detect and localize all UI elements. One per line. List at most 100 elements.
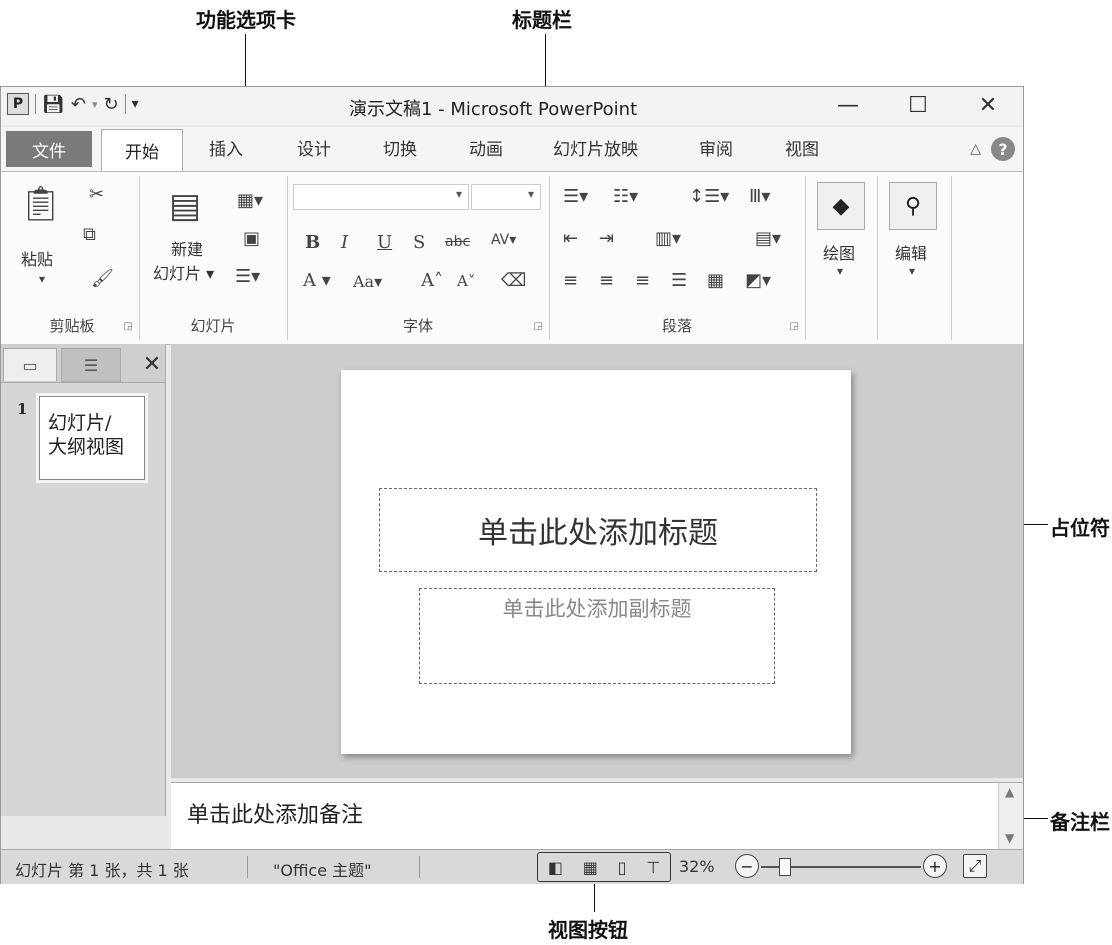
reset-icon[interactable]: ▣: [243, 228, 260, 249]
underline-icon[interactable]: U: [377, 232, 392, 253]
layout-icon[interactable]: ▦▾: [237, 190, 263, 211]
undo-icon[interactable]: ↶: [71, 94, 86, 115]
slide-sorter-icon[interactable]: ▦: [583, 858, 598, 877]
editing-label[interactable]: 编辑: [895, 240, 927, 264]
ribbon: 📋︎ 粘贴 ▾ ✂ ⧉ 🖌︎ 剪贴板 ◲ ▤ 新建 幻灯片 ▾ ▦▾ ▣ ☰▾ …: [1, 171, 1023, 345]
paragraph-launcher-icon[interactable]: ◲: [790, 321, 799, 332]
clear-formatting-icon[interactable]: ⌫: [501, 270, 526, 291]
window-controls: — ☐ ✕: [813, 87, 1023, 123]
pane-tabs: ▭ ☰ ✕: [1, 344, 165, 383]
maximize-button[interactable]: ☐: [883, 87, 953, 123]
zoom-level[interactable]: 32%: [679, 857, 715, 876]
change-case-icon[interactable]: A ▾: [303, 270, 331, 291]
font-name-combo[interactable]: ▾: [293, 184, 469, 210]
text-direction-icon[interactable]: Ⅲ▾: [749, 186, 770, 207]
notes-pane[interactable]: 单击此处添加备注 ▲ ▼: [171, 782, 1023, 849]
notes-scrollbar[interactable]: ▲ ▼: [998, 783, 1023, 849]
increase-indent-icon[interactable]: ⇥: [599, 228, 614, 249]
grow-font-icon[interactable]: A˄: [421, 270, 443, 291]
reading-view-icon[interactable]: ▯: [618, 858, 627, 877]
paste-label[interactable]: 粘贴: [21, 246, 53, 270]
customize-qat-icon[interactable]: ▾: [132, 96, 139, 112]
tab-review[interactable]: 审阅: [699, 135, 733, 160]
font-size-combo[interactable]: ▾: [471, 184, 541, 210]
line-spacing-icon[interactable]: ↕☰▾: [689, 186, 729, 207]
italic-icon[interactable]: I: [341, 232, 348, 253]
title-placeholder[interactable]: 单击此处添加标题: [379, 488, 817, 572]
find-binoculars-icon[interactable]: ⚲: [889, 182, 937, 230]
justify-icon[interactable]: ☰: [671, 270, 687, 291]
slide-thumbnail[interactable]: 幻灯片/ 大纲视图: [39, 396, 145, 480]
close-button[interactable]: ✕: [953, 87, 1023, 123]
section-icon[interactable]: ☰▾: [235, 266, 260, 287]
subtitle-placeholder[interactable]: 单击此处添加副标题: [419, 588, 775, 684]
new-slide-line1[interactable]: 新建: [171, 236, 203, 260]
bullets-icon[interactable]: ☰▾: [563, 186, 588, 207]
tab-transitions[interactable]: 切换: [383, 135, 417, 160]
collapse-ribbon-icon[interactable]: △: [970, 141, 981, 157]
tab-file[interactable]: 文件: [6, 131, 92, 167]
minimize-button[interactable]: —: [813, 87, 883, 123]
zoom-slider-handle[interactable]: [779, 858, 791, 876]
tab-design[interactable]: 设计: [297, 135, 331, 160]
outline-tab-icon[interactable]: ☰: [61, 348, 121, 382]
smartart-icon[interactable]: ◩▾: [745, 270, 771, 291]
drawing-label[interactable]: 绘图: [823, 240, 855, 264]
character-spacing-icon[interactable]: AV▾: [491, 232, 516, 248]
powerpoint-logo-icon[interactable]: P: [7, 93, 29, 115]
fit-to-window-icon[interactable]: ⤢: [963, 854, 987, 878]
align-left-icon[interactable]: ≡: [563, 270, 578, 291]
group-editing: ⚲ 编辑 ▾: [877, 176, 952, 340]
center-icon[interactable]: ≡: [599, 270, 614, 291]
decrease-indent-icon[interactable]: ⇤: [563, 228, 578, 249]
theme-status[interactable]: "Office 主题": [273, 857, 372, 881]
clipboard-group-label: 剪贴板: [49, 317, 95, 335]
align-right-icon[interactable]: ≡: [635, 270, 650, 291]
powerpoint-window: P 💾︎ ↶ ▾ ↻ ▾ 演示文稿1 - Microsoft PowerPoin…: [0, 86, 1024, 884]
normal-view-icon[interactable]: ◧: [548, 858, 563, 877]
scroll-up-icon[interactable]: ▲: [1005, 785, 1014, 799]
drawing-shapes-icon[interactable]: ◆: [817, 182, 865, 230]
drawing-dropdown-icon[interactable]: ▾: [837, 264, 843, 278]
new-slide-line2[interactable]: 幻灯片 ▾: [153, 260, 214, 284]
format-painter-icon[interactable]: 🖌︎: [91, 268, 114, 289]
tab-animations[interactable]: 动画: [469, 135, 503, 160]
zoom-out-icon[interactable]: −: [735, 854, 759, 878]
font-launcher-icon[interactable]: ◲: [534, 321, 543, 332]
notes-placeholder[interactable]: 单击此处添加备注: [187, 797, 363, 829]
shrink-font-icon[interactable]: A˅: [457, 272, 475, 290]
editing-dropdown-icon[interactable]: ▾: [909, 264, 915, 278]
bold-icon[interactable]: B: [305, 232, 320, 253]
distributed-icon[interactable]: ▦: [707, 270, 724, 291]
numbering-icon[interactable]: ☷▾: [613, 186, 638, 207]
annotation-line-view-buttons: [594, 884, 595, 912]
redo-icon[interactable]: ↻: [103, 94, 118, 115]
save-icon[interactable]: 💾︎: [42, 94, 65, 115]
tab-view[interactable]: 视图: [785, 135, 819, 160]
tab-insert[interactable]: 插入: [209, 135, 243, 160]
strikethrough-icon[interactable]: abc: [445, 234, 470, 250]
slides-tab-icon[interactable]: ▭: [3, 348, 57, 381]
align-text-icon[interactable]: ▤▾: [755, 228, 781, 249]
zoom-in-icon[interactable]: +: [923, 854, 947, 878]
help-icon[interactable]: ?: [991, 137, 1015, 161]
paste-dropdown-icon[interactable]: ▾: [39, 272, 45, 286]
undo-dropdown-icon[interactable]: ▾: [92, 98, 98, 111]
cut-icon[interactable]: ✂: [89, 184, 104, 205]
shadow-icon[interactable]: S: [413, 232, 425, 253]
slide-editing-area: 单击此处添加标题 单击此处添加副标题: [171, 344, 1023, 778]
tab-home[interactable]: 开始: [101, 129, 183, 171]
slide-show-icon[interactable]: ⊤: [646, 858, 660, 877]
font-color-icon[interactable]: Aa▾: [353, 272, 382, 291]
columns-icon[interactable]: ▥▾: [655, 228, 681, 249]
copy-icon[interactable]: ⧉: [83, 224, 96, 245]
paste-icon[interactable]: 📋︎: [19, 184, 62, 224]
clipboard-launcher-icon[interactable]: ◲: [124, 321, 133, 332]
tab-slide-show[interactable]: 幻灯片放映: [553, 135, 638, 160]
new-slide-icon[interactable]: ▤: [169, 186, 201, 226]
scroll-down-icon[interactable]: ▼: [1005, 831, 1014, 845]
slide-thumb-label: 幻灯片/ 大纲视图: [48, 412, 125, 458]
annotation-title-bar: 标题栏: [512, 8, 572, 32]
slide-canvas[interactable]: 单击此处添加标题 单击此处添加副标题: [341, 370, 851, 754]
group-clipboard: 📋︎ 粘贴 ▾ ✂ ⧉ 🖌︎ 剪贴板 ◲: [5, 176, 140, 340]
